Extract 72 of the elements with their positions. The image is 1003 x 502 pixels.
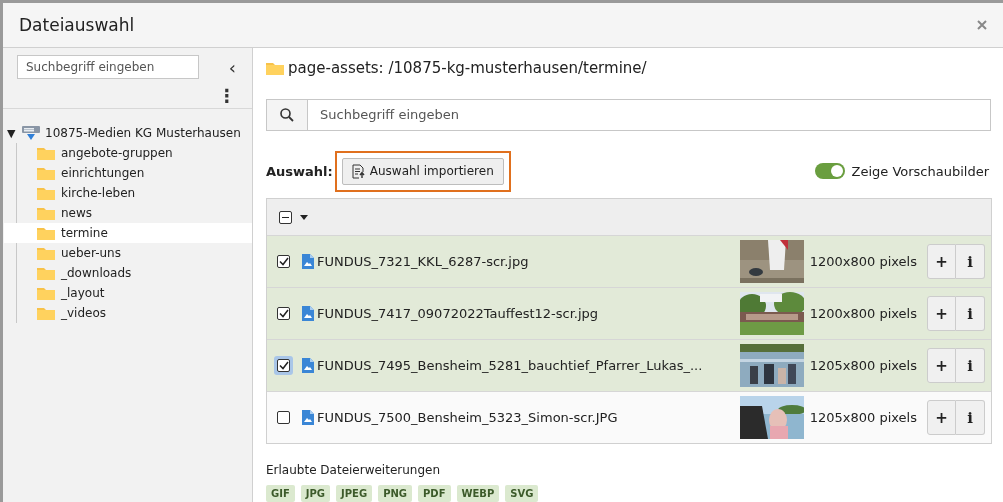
add-button[interactable]: + bbox=[927, 400, 956, 435]
search-button[interactable] bbox=[267, 99, 308, 130]
more-menu-button[interactable]: ⋮ bbox=[214, 85, 240, 106]
folder-icon bbox=[37, 186, 55, 200]
toggle-label: Zeige Vorschaubilder bbox=[851, 163, 989, 179]
folder-item[interactable]: angebote-gruppen bbox=[4, 143, 252, 163]
file-name[interactable]: FUNDUS_7495_Bensheim_5281_bauchtief_Pfarrer_Lukas_... bbox=[317, 358, 740, 373]
folder-icon bbox=[37, 246, 55, 260]
folder-item[interactable]: ueber-uns bbox=[4, 243, 252, 263]
folder-icon bbox=[37, 206, 55, 220]
image-dimensions: 1200x800 pixels bbox=[809, 254, 917, 269]
select-all-checkbox[interactable] bbox=[279, 210, 292, 224]
add-button[interactable]: + bbox=[927, 348, 956, 383]
info-button[interactable]: i bbox=[956, 244, 985, 279]
extensions-heading: Erlaubte Dateierweiterungen bbox=[266, 463, 442, 477]
file-row[interactable]: FUNDUS_7417_09072022Tauffest12-scr.jpg 1200x800 pixels + i bbox=[267, 287, 991, 339]
folder-item[interactable]: kirche-leben bbox=[4, 183, 252, 203]
folder-icon bbox=[37, 166, 55, 180]
file-name[interactable]: FUNDUS_7500_Bensheim_5323_Simon-scr.JPG bbox=[317, 410, 740, 425]
caret-icon[interactable] bbox=[300, 214, 308, 220]
toggle-switch[interactable] bbox=[815, 163, 846, 180]
search-field[interactable]: Suchbegriff eingeben bbox=[17, 55, 199, 79]
image-dimensions: 1205x800 pixels bbox=[809, 410, 917, 425]
extension-tag: JPG bbox=[300, 485, 331, 502]
selection-label: Auswahl: bbox=[266, 163, 333, 179]
folder-icon bbox=[37, 266, 55, 280]
info-button[interactable]: i bbox=[956, 348, 985, 383]
folder-icon bbox=[37, 286, 55, 300]
row-checkbox[interactable] bbox=[277, 255, 290, 268]
extension-tag: WEBP bbox=[456, 485, 500, 502]
search-icon bbox=[280, 107, 294, 122]
import-icon bbox=[351, 163, 365, 179]
add-button[interactable]: + bbox=[927, 244, 956, 279]
storage-icon bbox=[21, 125, 41, 141]
extension-tag: SVG bbox=[505, 485, 539, 502]
folder-item[interactable]: news bbox=[4, 203, 252, 223]
add-button[interactable]: + bbox=[927, 296, 956, 331]
extension-tag: JPEG bbox=[336, 485, 373, 502]
expand-toggle[interactable]: ▼ bbox=[7, 126, 17, 140]
file-name[interactable]: FUNDUS_7321_KKL_6287-scr.jpg bbox=[317, 254, 740, 269]
file-row[interactable]: FUNDUS_7321_KKL_6287-scr.jpg 1200x800 pixels + i bbox=[267, 235, 991, 287]
file-row[interactable]: FUNDUS_7500_Bensheim_5323_Simon-scr.JPG 1205x800 pixels + i bbox=[267, 391, 991, 443]
row-checkbox[interactable] bbox=[277, 307, 290, 320]
file-row[interactable]: FUNDUS_7495_Bensheim_5281_bauchtief_Pfarrer_Lukas_... 1205x800 pixels + i bbox=[267, 339, 991, 391]
image-file-icon bbox=[302, 306, 314, 321]
folder-item[interactable]: _layout bbox=[4, 283, 252, 303]
tree-root-label[interactable]: 10875-Medien KG Musterhausen bbox=[45, 126, 241, 140]
folder-item[interactable]: termine bbox=[4, 223, 252, 243]
folder-icon bbox=[37, 146, 55, 160]
image-file-icon bbox=[302, 254, 314, 269]
close-icon[interactable] bbox=[977, 20, 987, 30]
image-dimensions: 1200x800 pixels bbox=[809, 306, 917, 321]
import-selection-button[interactable]: Auswahl importieren bbox=[341, 157, 504, 185]
row-checkbox[interactable] bbox=[277, 411, 290, 424]
extension-tag: GIF bbox=[266, 485, 295, 502]
image-file-icon bbox=[302, 358, 314, 373]
folder-item[interactable]: _downloads bbox=[4, 263, 252, 283]
file-name[interactable]: FUNDUS_7417_09072022Tauffest12-scr.jpg bbox=[317, 306, 740, 321]
image-dimensions: 1205x800 pixels bbox=[809, 358, 917, 373]
folder-item[interactable]: _videos bbox=[4, 303, 252, 323]
folder-icon bbox=[37, 306, 55, 320]
dialog-title: Dateiauswahl bbox=[19, 15, 135, 35]
collapse-button[interactable]: ‹ bbox=[224, 56, 240, 78]
image-file-icon bbox=[302, 410, 314, 425]
folder-icon bbox=[37, 226, 55, 240]
info-button[interactable]: i bbox=[956, 400, 985, 435]
info-button[interactable]: i bbox=[956, 296, 985, 331]
extension-tag: PDF bbox=[418, 485, 451, 502]
folder-icon bbox=[266, 61, 284, 76]
folder-path: page-assets: /10875-kg-musterhausen/termine/ bbox=[288, 59, 647, 78]
folder-item[interactable]: einrichtungen bbox=[4, 163, 252, 183]
extension-tag: PNG bbox=[378, 485, 413, 502]
